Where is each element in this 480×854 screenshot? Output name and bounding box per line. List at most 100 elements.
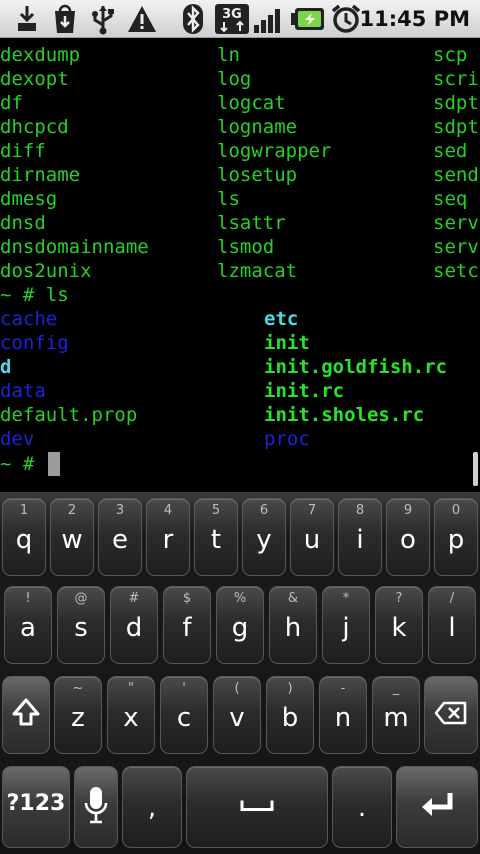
shift-key[interactable] (2, 676, 50, 754)
space-key[interactable] (186, 766, 328, 848)
key-r[interactable]: 4r (146, 498, 190, 576)
key-label: q (15, 525, 33, 555)
bluetooth-icon (180, 3, 206, 35)
key-v[interactable]: (v (213, 676, 261, 754)
key-hint: / (449, 591, 455, 606)
key-j[interactable]: * j (322, 586, 370, 664)
listing-item: log (217, 68, 252, 90)
listing-row: dexdump ln scp (0, 43, 480, 67)
key-s[interactable]: @ s (57, 586, 105, 664)
listing-item: serv (433, 236, 479, 258)
file-entry: init (264, 332, 310, 354)
ls-row: default.prop init.sholes.rc (0, 403, 480, 427)
enter-icon (418, 790, 456, 824)
key-hint: * (342, 591, 350, 606)
key-hint: - (340, 681, 346, 696)
key-l[interactable]: / l (428, 586, 476, 664)
key-g[interactable]: % g (216, 586, 264, 664)
file-entry: default.prop (0, 404, 138, 426)
key-i[interactable]: 8i (338, 498, 382, 576)
key-d[interactable]: # d (110, 586, 158, 664)
key-t[interactable]: 5t (194, 498, 238, 576)
listing-row: dos2unix lzmacat setc (0, 259, 480, 283)
period-key[interactable]: . (332, 766, 392, 848)
key-label: u (303, 525, 321, 555)
key-hint: 3 (115, 503, 125, 518)
listing-item: dirname (0, 164, 81, 186)
key-a[interactable]: ! a (4, 586, 52, 664)
key-label: a (20, 613, 36, 643)
key-m[interactable]: _ m (372, 676, 420, 754)
key-u[interactable]: 7u (290, 498, 334, 576)
key-f[interactable]: $ f (163, 586, 211, 664)
key-hint: 6 (259, 503, 269, 518)
key-label: x (123, 703, 139, 733)
ls-row: config init (0, 331, 480, 355)
key-hint: $ (182, 591, 192, 606)
key-q[interactable]: 1q (2, 498, 46, 576)
scrollbar[interactable] (473, 452, 478, 486)
listing-item: dnsdomainname (0, 236, 149, 258)
key-z[interactable]: ~ z (54, 676, 102, 754)
delete-key[interactable] (424, 676, 478, 754)
key-hint: 7 (307, 503, 317, 518)
terminal-output[interactable]: dexdump ln scp dexopt log scri df logcat… (0, 39, 480, 492)
directory-entry: data (0, 380, 46, 402)
key-hint: & (287, 591, 299, 606)
key-c[interactable]: ' c (160, 676, 208, 754)
listing-item: lsattr (217, 212, 286, 234)
voice-input-key[interactable] (74, 766, 118, 848)
ls-row: data init.rc (0, 379, 480, 403)
key-b[interactable]: ) b (266, 676, 314, 754)
listing-item: lsmod (217, 236, 275, 258)
key-hint: ? (395, 591, 403, 606)
listing-item: diff (0, 140, 46, 162)
key-hint: 5 (211, 503, 221, 518)
key-label: p (447, 525, 465, 555)
key-hint: 9 (403, 503, 413, 518)
key-hint: 8 (355, 503, 365, 518)
key-hint: 1 (19, 503, 29, 518)
key-k[interactable]: ? k (375, 586, 423, 664)
enter-key[interactable] (396, 766, 478, 848)
listing-item: ln (217, 44, 240, 66)
usb-debugging-icon (14, 3, 40, 35)
key-label: y (256, 525, 272, 555)
listing-item: sdpt (433, 92, 479, 114)
comma-key[interactable]: , (122, 766, 182, 848)
key-o[interactable]: 9o (386, 498, 430, 576)
key-w[interactable]: 2w (50, 498, 94, 576)
symbols-key[interactable]: ?123 (2, 766, 70, 848)
key-x[interactable]: " x (107, 676, 155, 754)
listing-row: df logcat sdpt (0, 91, 480, 115)
period-key-label: . (357, 793, 367, 823)
key-label: i (356, 525, 364, 555)
key-p[interactable]: 0p (434, 498, 478, 576)
listing-item: dos2unix (0, 260, 92, 282)
listing-item: ls (217, 188, 240, 210)
key-label: e (112, 525, 128, 555)
listing-item: sdpt (433, 116, 479, 138)
listing-item: dnsd (0, 212, 46, 234)
key-label: d (125, 613, 143, 643)
directory-entry: proc (264, 428, 310, 450)
directory-entry: cache (0, 308, 58, 330)
key-label: s (74, 613, 88, 643)
key-hint: # (128, 591, 140, 606)
comma-key-label: , (147, 793, 157, 823)
key-n[interactable]: -n (319, 676, 367, 754)
key-hint: 4 (163, 503, 173, 518)
battery-icon (290, 3, 326, 35)
key-e[interactable]: 3e (98, 498, 142, 576)
key-label: o (400, 525, 416, 555)
key-h[interactable]: & h (269, 586, 317, 664)
key-hint: " (128, 681, 134, 696)
key-label: m (383, 703, 409, 733)
key-y[interactable]: 6y (242, 498, 286, 576)
key-label: z (71, 703, 85, 733)
backspace-icon (434, 701, 468, 729)
key-hint: ' (182, 681, 186, 696)
listing-row: diff logwrapper sed (0, 139, 480, 163)
key-hint: ) (287, 681, 293, 696)
key-label: l (448, 613, 456, 643)
